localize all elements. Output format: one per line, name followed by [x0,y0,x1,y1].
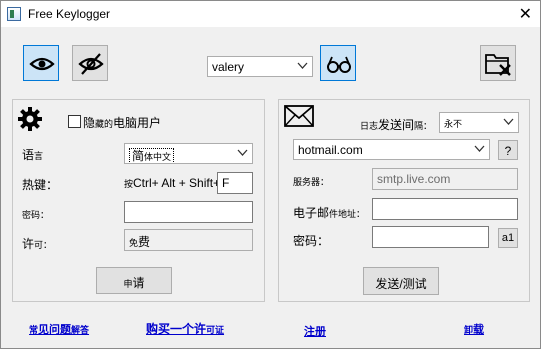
buy-license-link-part: 可证 [206,325,225,335]
email-address-label-part: 件地址： [329,209,366,219]
log-interval-label-part: 隔： [414,121,433,131]
view-logs-button[interactable] [320,45,356,81]
hide-users-label-part: 电脑用户 [113,116,162,130]
password-label: 密码： [22,210,50,220]
user-select[interactable]: valery [207,56,313,77]
faq-link[interactable]: 常见问题解答 [29,321,89,337]
log-interval-select-value: 不 [453,119,463,129]
email-provider-value: hotmail.com [298,143,363,157]
language-select-value-part: 简 [132,149,145,163]
register-link[interactable]: 注册 [304,323,326,339]
user-select-value: valery [212,60,245,74]
help-button[interactable]: ? [498,140,518,160]
email-provider-select[interactable]: hotmail.com [293,139,490,160]
apply-button[interactable]: 申请 [96,267,172,294]
app-icon [7,7,21,21]
license-label-part: 可： [34,240,53,250]
server-label: 服务器： [293,177,330,187]
hide-users-label: 隐藏的电脑用户 [83,114,161,131]
hotkey-key-input[interactable]: F [217,172,253,194]
uninstall-link-part: 卸 [464,325,474,335]
hide-users-label-part: 隐 [83,116,96,130]
hotkey-modifiers-part: 按 [124,179,134,189]
window-title: Free Keylogger [28,7,111,21]
hide-users-checkbox[interactable] [68,115,81,128]
log-interval-label-part: 日志 [360,121,379,131]
smtp-server-field: smtp.live.com [372,168,518,190]
buy-license-link[interactable]: 购买一个许可证 [146,320,224,337]
log-interval-select[interactable]: 永不 [439,112,519,133]
hotkey-modifiers: 按Ctrl+ Alt + Shift+ [124,176,220,190]
email-password-label: 密码： [293,234,330,248]
chevron-down-icon [237,149,248,156]
email-address-label-part: 电子邮 [293,206,330,220]
uninstall-link-part: 载 [473,324,485,336]
email-password-input[interactable] [372,226,489,248]
log-interval-label-part: 发送间 [378,118,415,132]
license-field-part: 免 [129,238,139,248]
apply-button-part: 申 [123,279,133,289]
log-interval-select-value: 永 [444,119,454,129]
envelope-icon [284,105,314,127]
language-select-value-part: 体中文 [144,152,172,162]
clear-logs-button[interactable] [480,45,516,81]
eye-icon [29,57,55,71]
apply-button-part: 请 [132,276,145,290]
faq-link-part: 解答 [71,325,90,335]
app-window: Free Keylogger ✕ valery 隐藏的电脑用户 语言 简体中文 … [0,0,541,349]
language-label: 语言 [22,146,43,163]
chevron-down-icon [474,145,485,152]
buy-license-link-part: 购买一个许 [146,322,207,336]
close-button[interactable]: ✕ [519,4,532,23]
eye-off-icon [78,53,104,75]
chevron-down-icon [297,62,308,69]
license-label: 许可： [22,235,52,252]
folder-x-icon [485,54,511,76]
language-select[interactable]: 简体中文 [124,143,253,164]
faq-link-part: 常 [29,325,39,335]
faq-link-part: 见问题 [38,324,72,336]
gear-icon [18,107,42,131]
license-field: 免费 [124,229,253,251]
license-field-part: 费 [138,235,151,249]
email-address-label: 电子邮件地址： [293,204,365,221]
language-label-part: 语 [22,148,35,162]
language-select-value: 简体中文 [129,148,175,163]
language-label-part: 言 [34,151,44,161]
chevron-down-icon [503,118,514,125]
a1-button[interactable]: a1 [498,228,518,248]
hide-users-label-part: 藏的 [95,119,114,129]
email-address-input[interactable] [372,198,518,220]
hotkey-label: 热键： [22,178,59,192]
title-bar: Free Keylogger ✕ [1,1,540,27]
glasses-icon [327,56,351,73]
show-button[interactable] [23,45,59,81]
log-interval-label: 日志发送间隔： [360,116,432,133]
password-input[interactable] [124,201,253,223]
hide-button[interactable] [72,45,108,81]
hotkey-modifiers-part: Ctrl+ Alt + Shift+ [133,176,221,190]
license-label-part: 许 [22,237,35,251]
uninstall-link[interactable]: 卸载 [464,321,484,337]
send-test-button[interactable]: 发送/测试 [363,267,439,295]
